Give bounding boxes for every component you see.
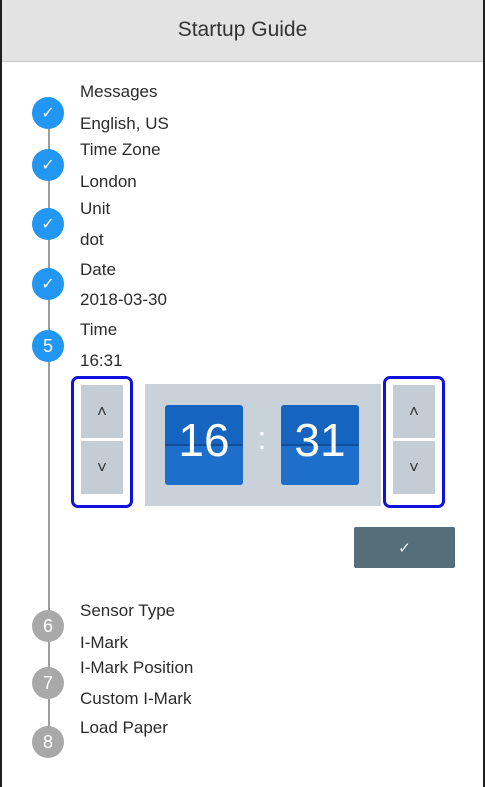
step-time-zone-check-icon: ✓: [32, 149, 64, 181]
step-i-mark-position-title: I-Mark Position: [80, 658, 194, 677]
step-messages-check-icon: ✓: [32, 97, 64, 129]
page-title: Startup Guide: [177, 18, 308, 41]
progress-rail: [48, 104, 50, 744]
step-time-number-badge: 5: [32, 330, 64, 362]
step-load-paper-number-badge: 8: [32, 726, 64, 758]
step-date-check-icon: ✓: [32, 268, 64, 300]
step-time-zone-title: Time Zone: [80, 140, 161, 159]
minute-down-button[interactable]: ˅: [393, 441, 435, 494]
minute-value: 31: [294, 414, 346, 466]
hour-stepper: ˄ ˅: [71, 376, 133, 508]
confirm-button[interactable]: ✓: [354, 527, 455, 568]
step-messages-title: Messages: [80, 82, 158, 101]
minute-display: 31: [281, 405, 359, 485]
step-time-title: Time: [80, 320, 118, 339]
step-unit-value: dot: [80, 230, 104, 249]
check-icon: ✓: [398, 539, 411, 557]
step-messages-value: English, US: [80, 114, 169, 133]
step-time-zone-value: London: [80, 172, 137, 191]
step-sensor-type-title: Sensor Type: [80, 601, 176, 620]
chevron-down-icon: ˅: [97, 457, 107, 477]
step-sensor-type-value: I-Mark: [80, 633, 129, 652]
step-load-paper-title: Load Paper: [80, 718, 168, 737]
step-sensor-type-number-badge: 6: [32, 610, 64, 642]
step-date-title: Date: [80, 260, 116, 279]
step-date-value: 2018-03-30: [80, 290, 167, 309]
step-unit-check-icon: ✓: [32, 208, 64, 240]
hour-display: 16: [165, 405, 243, 485]
minute-stepper: ˄ ˅: [383, 376, 445, 508]
chevron-up-icon: ˄: [409, 401, 419, 421]
time-separator: :: [257, 420, 267, 456]
chevron-down-icon: ˅: [409, 457, 419, 477]
minute-up-button[interactable]: ˄: [393, 385, 435, 438]
step-i-mark-position-value: Custom I-Mark: [80, 689, 192, 708]
hour-down-button[interactable]: ˅: [81, 441, 123, 494]
step-time-value: 16:31: [80, 351, 123, 370]
step-i-mark-position-number-badge: 7: [32, 667, 64, 699]
header: Startup Guide: [2, 0, 483, 62]
chevron-up-icon: ˄: [97, 401, 107, 421]
hour-up-button[interactable]: ˄: [81, 385, 123, 438]
step-unit-title: Unit: [80, 199, 111, 218]
hour-value: 16: [178, 414, 230, 466]
